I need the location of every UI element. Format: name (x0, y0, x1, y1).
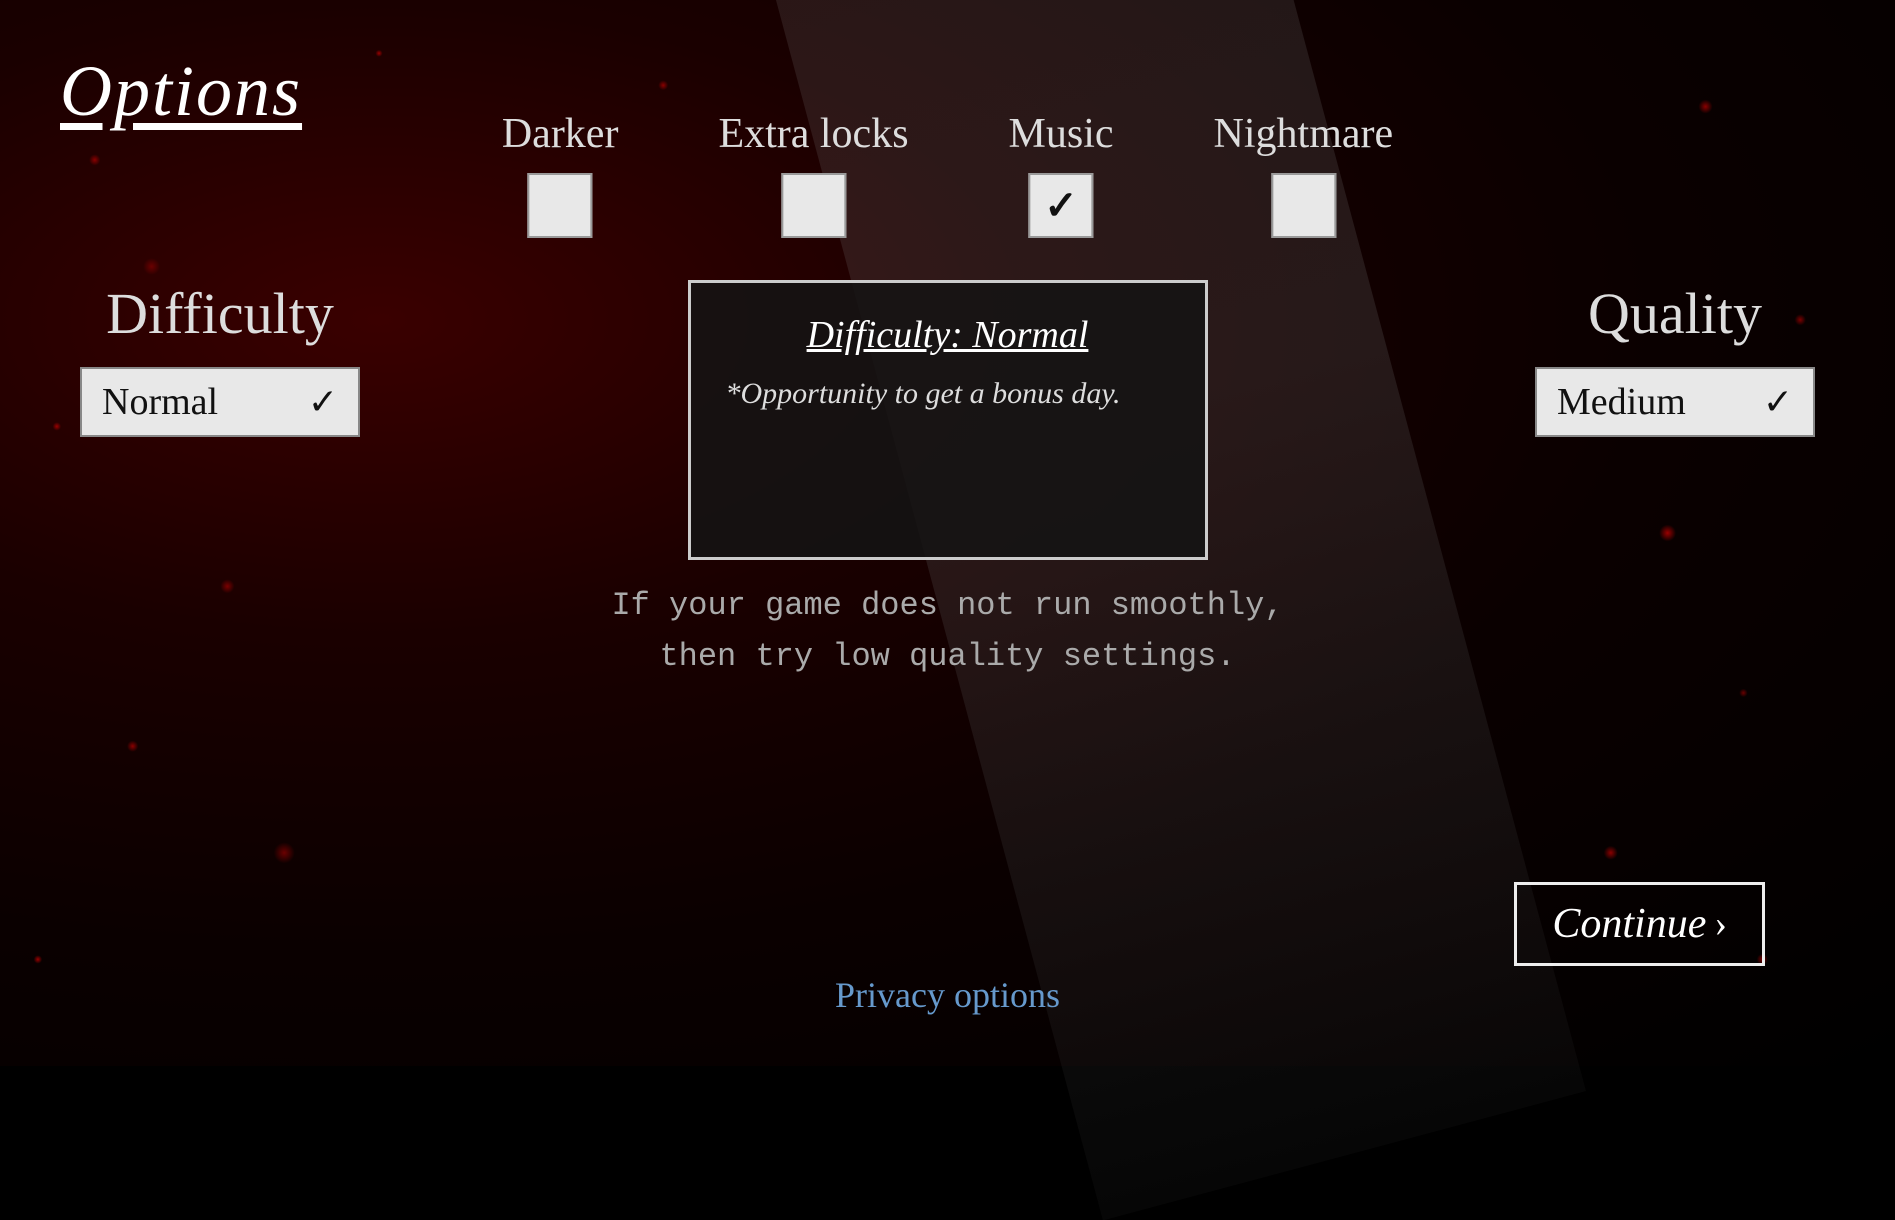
info-box-description: *Opportunity to get a bonus day. (726, 377, 1170, 411)
checkbox-label-extra-locks: Extra locks (718, 110, 908, 158)
quality-value: Medium (1557, 380, 1686, 424)
privacy-options-link[interactable]: Privacy options (835, 974, 1060, 1016)
quality-chevron-icon: ✓ (1763, 381, 1793, 423)
checkbox-item-extra-locks: Extra locks (718, 110, 908, 238)
continue-arrow-icon: › (1714, 902, 1727, 946)
difficulty-section: Difficulty Normal ✓ (80, 280, 360, 437)
page-title: Options (60, 50, 302, 133)
difficulty-value: Normal (102, 380, 218, 424)
quality-dropdown[interactable]: Medium ✓ (1535, 367, 1815, 437)
continue-button[interactable]: Continue › (1514, 882, 1765, 966)
checkbox-music[interactable] (1029, 173, 1094, 238)
checkbox-item-nightmare: Nightmare (1214, 110, 1394, 238)
info-box: Difficulty: Normal *Opportunity to get a… (688, 280, 1208, 560)
checkbox-item-darker: Darker (502, 110, 619, 238)
checkbox-label-darker: Darker (502, 110, 619, 158)
quality-tip: If your game does not run smoothly, then… (611, 580, 1283, 682)
checkboxes-row: Darker Extra locks Music Nightmare (502, 110, 1393, 238)
checkbox-item-music: Music (1009, 110, 1114, 238)
quality-tip-line2: then try low quality settings. (611, 631, 1283, 682)
continue-button-label: Continue (1552, 900, 1706, 948)
difficulty-title: Difficulty (106, 280, 334, 347)
checkbox-extra-locks[interactable] (781, 173, 846, 238)
quality-title: Quality (1588, 280, 1762, 347)
info-box-title: Difficulty: Normal (726, 313, 1170, 357)
checkbox-label-music: Music (1009, 110, 1114, 158)
difficulty-chevron-icon: ✓ (308, 381, 338, 423)
quality-section: Quality Medium ✓ (1535, 280, 1815, 437)
checkbox-darker[interactable] (528, 173, 593, 238)
difficulty-dropdown[interactable]: Normal ✓ (80, 367, 360, 437)
quality-tip-line1: If your game does not run smoothly, (611, 580, 1283, 631)
checkbox-label-nightmare: Nightmare (1214, 110, 1394, 158)
checkbox-nightmare[interactable] (1271, 173, 1336, 238)
